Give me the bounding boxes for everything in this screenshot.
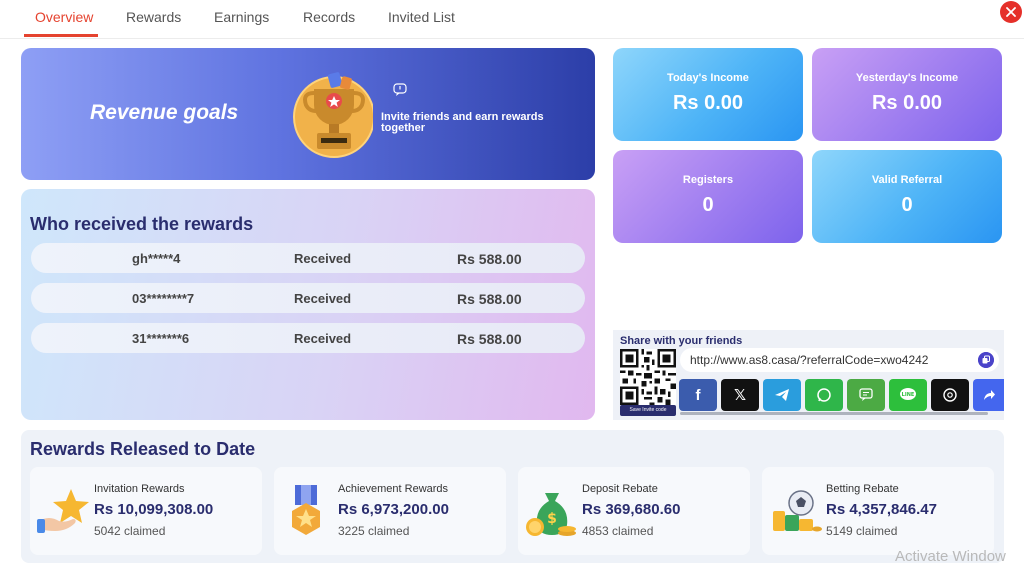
tab-overview[interactable]: Overview [35,9,93,25]
tab-invited-list[interactable]: Invited List [388,9,455,25]
reward-value: Rs 4,357,846.47 [826,501,937,518]
banner-title: Revenue goals [90,101,239,124]
recipient-amount: Rs 588.00 [457,331,522,347]
reward-label: Deposit Rebate [582,483,658,495]
recipient-amount: Rs 588.00 [457,291,522,307]
registers-card: Registers 0 [613,150,803,243]
recipient-name: 03********7 [132,291,195,306]
rewards-recipients-panel: Who received the rewards gh*****4 Receiv… [21,189,595,420]
share-title: Share with your friends [620,335,743,347]
stat-value: Rs 0.00 [871,92,943,114]
recipients-title: Who received the rewards [30,214,254,234]
threads-share-button[interactable] [931,379,969,411]
stat-value: Rs 0.00 [672,92,744,114]
list-item: 31*******6 Received Rs 588.00 [31,323,585,353]
reward-label: Invitation Rewards [94,483,185,495]
close-button[interactable] [1000,1,1022,23]
active-tab-indicator [24,34,98,37]
svg-text:$: $ [547,511,557,527]
valid-referral-card: Valid Referral 0 [812,150,1002,243]
whatsapp-icon [817,388,831,402]
yesterday-income-card: Yesterday's Income Rs 0.00 [812,48,1002,141]
activate-windows-watermark: Activate Window [895,548,1006,565]
list-item: 03********7 Received Rs 588.00 [31,283,585,313]
betting-rebate-card: Betting Rebate Rs 4,357,846.47 5149 clai… [762,467,994,555]
recipient-status: Received [294,291,352,306]
telegram-share-button[interactable] [763,379,801,411]
facebook-share-button[interactable]: f [679,379,717,411]
stat-label: Valid Referral [871,174,943,186]
telegram-icon [775,389,789,401]
banner-subtitle: Invite friends and earn rewards together [381,111,544,134]
sports-coins-icon [773,490,822,532]
tab-rewards[interactable]: Rewards [126,9,181,25]
whatsapp-share-button[interactable] [805,379,843,411]
x-share-button[interactable]: 𝕏 [721,379,759,411]
recipient-amount: Rs 588.00 [457,251,522,267]
tab-bar: Overview Rewards Earnings Records Invite… [0,0,1024,39]
tab-records[interactable]: Records [303,9,355,25]
reward-value: Rs 10,099,308.00 [94,501,214,518]
threads-icon [943,388,957,402]
stat-label: Registers [682,174,734,186]
money-bag-icon: $ [526,493,576,536]
trophy-icon [293,72,373,158]
referral-link-text: http://www.as8.casa/?referralCode=xwo424… [690,353,929,367]
save-invite-code-button[interactable]: Save Invite code [620,405,676,416]
stat-label: Yesterday's Income [855,72,959,84]
stat-value: 0 [702,194,714,216]
released-title: Rewards Released to Date [30,439,256,459]
recipient-status: Received [294,331,352,346]
reward-label: Achievement Rewards [338,483,449,495]
message-icon [859,388,873,401]
reward-label: Betting Rebate [826,483,899,495]
share-panel: Share with your friends Save Invite code… [613,330,1004,420]
sms-share-button[interactable] [847,379,885,411]
more-share-button[interactable] [973,379,1004,411]
stat-value: 0 [901,194,913,216]
star-hand-icon [37,489,89,533]
invitation-rewards-card: Invitation Rewards Rs 10,099,308.00 5042… [30,467,262,555]
today-income-card: Today's Income Rs 0.00 [613,48,803,141]
achievement-rewards-card: Achievement Rewards Rs 6,973,200.00 3225… [274,467,506,555]
reward-claimed: 4853 claimed [582,524,654,538]
deposit-rebate-card: $ Deposit Rebate Rs 369,680.60 4853 clai… [518,467,750,555]
reward-claimed: 5149 claimed [826,524,898,538]
medal-icon [292,485,320,535]
recipient-name: gh*****4 [132,251,181,266]
reward-value: Rs 6,973,200.00 [338,501,449,518]
share-arrow-icon [983,390,995,400]
list-item: gh*****4 Received Rs 588.00 [31,243,585,273]
recipient-name: 31*******6 [132,331,190,346]
copy-icon[interactable] [978,352,994,368]
svg-text:LINE: LINE [902,392,915,398]
chat-bubble-icon [393,83,407,96]
share-scrollbar[interactable] [680,412,988,415]
reward-claimed: 5042 claimed [94,524,166,538]
referral-page: Overview Rewards Earnings Records Invite… [0,0,1024,568]
line-icon: LINE [900,388,916,400]
close-icon [1006,7,1016,17]
revenue-goals-banner: Revenue goals Invite friends and earn re… [21,48,595,180]
rewards-released-panel: Rewards Released to Date Invitation Rewa… [21,430,1004,563]
reward-claimed: 3225 claimed [338,524,410,538]
referral-link-field[interactable]: http://www.as8.casa/?referralCode=xwo424… [680,348,999,372]
recipient-status: Received [294,251,352,266]
reward-value: Rs 369,680.60 [582,501,681,518]
facebook-icon: f [695,386,701,404]
qr-code[interactable] [620,349,676,405]
line-share-button[interactable]: LINE [889,379,927,411]
x-icon: 𝕏 [733,387,747,404]
tab-earnings[interactable]: Earnings [214,9,269,25]
stat-label: Today's Income [667,72,749,84]
